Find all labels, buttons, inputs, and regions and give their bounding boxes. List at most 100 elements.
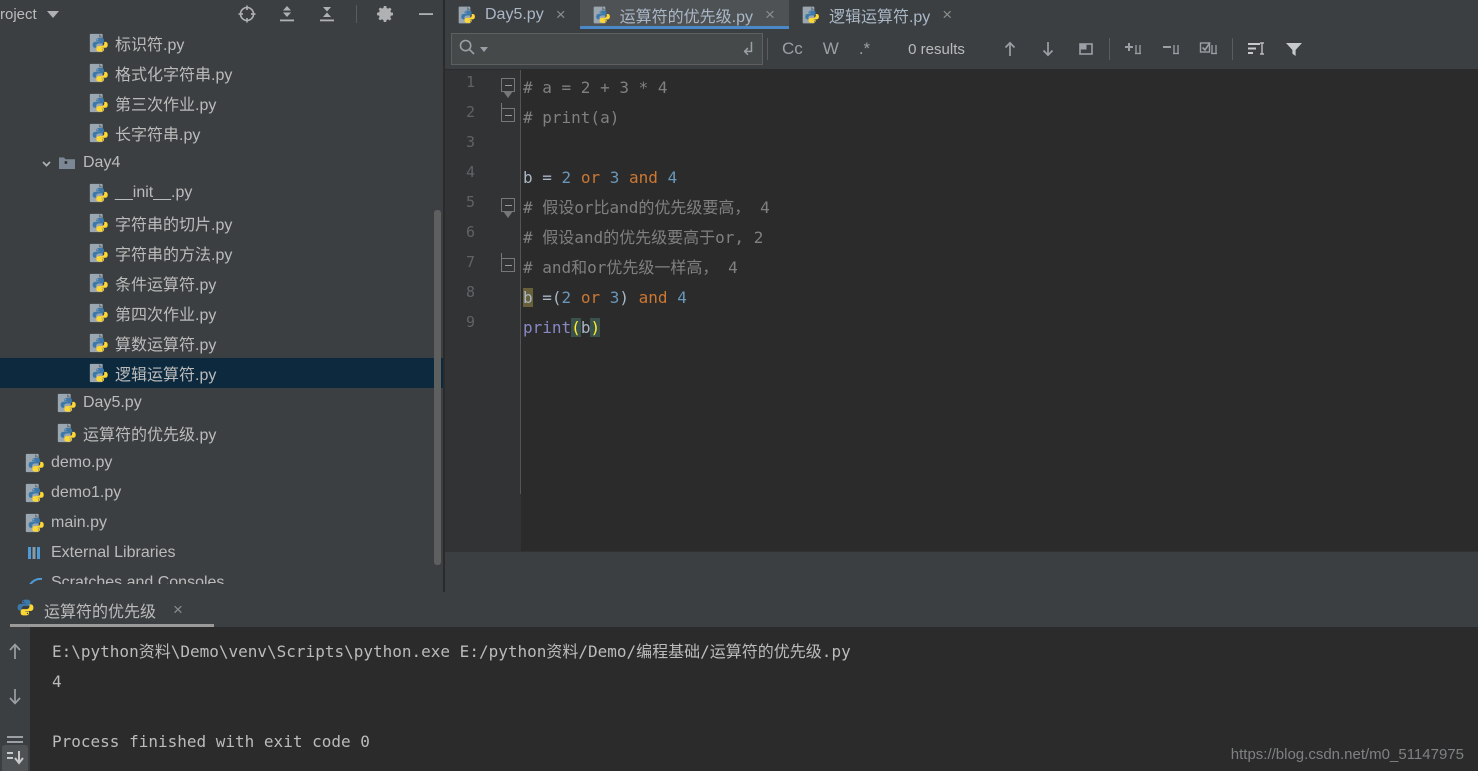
tree-item-3[interactable]: 长字符串.py [0,118,445,148]
code-token: 3 [609,288,620,307]
code-token: = [532,288,552,307]
line-number-7: 7 [465,253,475,271]
scroll-up-icon[interactable] [3,639,27,663]
chevron-down-icon[interactable] [38,155,54,171]
tree-item-label: 字符串的切片.py [115,217,233,234]
console-toolbar [0,627,30,771]
remove-selection-icon[interactable] [1158,36,1184,62]
locate-target-icon[interactable] [236,3,258,25]
fold-marker-7[interactable] [501,253,515,272]
search-history-dropdown-icon[interactable] [480,46,488,52]
tree-item-18[interactable]: Scratches and Consoles [0,568,445,584]
python-file-icon [457,5,477,25]
python-file-icon [24,512,46,534]
search-field-wrapper[interactable]: ↲ [451,33,763,65]
code-token: b [523,288,533,307]
code-content[interactable]: # a = 2 + 3 * 4 # print(a) b = 2 or 3 and … [523,70,1478,551]
find-previous-icon[interactable] [997,36,1023,62]
tree-item-9[interactable]: 第四次作业.py [0,298,445,328]
python-file-icon [801,5,821,25]
project-file-tree[interactable]: 标识符.py 格式化字符串.py 第三次作业.py 长字符串.py Day4 __init… [0,28,445,584]
editor-tab-label: 运算符的优先级.py [619,8,753,26]
scratches-icon [24,572,46,584]
tree-item-label: Day5.py [83,394,142,411]
tree-item-0[interactable]: 标识符.py [0,28,445,58]
tree-item-label: 逻辑运算符.py [115,367,217,384]
tree-item-label: 条件运算符.py [115,277,217,294]
add-selection-icon[interactable] [1120,36,1146,62]
tree-item-7[interactable]: 字符串的方法.py [0,238,445,268]
editor-tab-0[interactable]: Day5.py × [445,0,580,29]
code-line-5: # 假设or比and的优先级要高， 4 [523,193,770,223]
console-output-line-1: 4 [52,672,62,691]
tree-item-label: demo.py [51,454,113,471]
fold-marker-2[interactable] [501,103,515,122]
python-file-icon [592,5,612,25]
line-number-4: 4 [465,163,475,181]
scroll-down-icon[interactable] [3,685,27,709]
tree-item-12[interactable]: Day5.py [0,388,445,418]
editor-tab-1[interactable]: 运算符的优先级.py × [579,0,790,29]
tree-item-2[interactable]: 第三次作业.py [0,88,445,118]
tree-item-15[interactable]: demo1.py [0,478,445,508]
python-file-icon [88,302,110,324]
tree-item-4[interactable]: Day4 [0,148,445,178]
project-tree-scrollbar[interactable] [434,210,441,565]
code-token: 4 [677,288,687,307]
filter-icon[interactable] [1281,36,1307,62]
gear-icon[interactable] [375,3,397,25]
fold-marker-1[interactable] [501,78,515,92]
editor-tab-2[interactable]: 逻辑运算符.py × [788,0,967,29]
search-input[interactable] [492,40,737,58]
find-divider [767,38,768,60]
code-token: ( [551,288,562,307]
console-run-tab[interactable]: 运算符的优先级 × [16,592,193,627]
select-all-occurrences-icon[interactable] [1073,36,1099,62]
tree-arrow-spacer [70,125,86,141]
chevron-down-icon[interactable] [46,10,59,18]
code-token: # print(a) [523,108,620,127]
tree-item-8[interactable]: 条件运算符.py [0,268,445,298]
python-file-icon [88,182,110,204]
tree-item-17[interactable]: External Libraries [0,538,445,568]
tree-item-1[interactable]: 格式化字符串.py [0,58,445,88]
tree-item-10[interactable]: 算数运算符.py [0,328,445,358]
close-icon[interactable]: × [556,6,566,23]
code-token: 2 [561,288,572,307]
scroll-to-end-icon[interactable] [2,745,28,771]
python-file-icon [88,242,110,264]
tree-item-label: External Libraries [51,544,176,561]
tree-item-14[interactable]: demo.py [0,448,445,478]
regex-toggle[interactable]: .* [849,34,880,64]
tree-arrow-spacer [70,65,86,81]
tree-item-6[interactable]: 字符串的切片.py [0,208,445,238]
tree-item-11[interactable]: 逻辑运算符.py [0,358,445,388]
find-next-icon[interactable] [1035,36,1061,62]
minimize-icon[interactable] [415,3,437,25]
code-token: or [580,168,601,187]
fold-marker-5[interactable] [501,198,515,212]
multiline-toggle-icon[interactable]: ↲ [741,39,756,60]
close-icon[interactable]: × [765,6,775,23]
collapse-all-icon[interactable] [316,3,338,25]
watermark-url: https://blog.csdn.net/m0_51147975 [1230,746,1464,763]
tree-item-16[interactable]: main.py [0,508,445,538]
toggle-selection-icon[interactable] [1196,36,1222,62]
code-editor[interactable]: 1 2 3 4 5 6 7 8 9 # a = 2 + 3 * 4 # print(a) b = 2… [445,70,1478,551]
editor-gutter[interactable]: 1 2 3 4 5 6 7 8 9 [445,70,521,551]
close-icon[interactable]: × [173,600,183,620]
editor-tab-label: Day5.py [485,5,544,23]
close-icon[interactable]: × [942,6,952,23]
whole-words-toggle[interactable]: W [813,34,849,64]
tree-item-5[interactable]: __init__.py [0,178,445,208]
match-case-toggle[interactable]: Cc [772,34,813,64]
tree-item-13[interactable]: 运算符的优先级.py [0,418,445,448]
code-line-1: # a = 2 + 3 * 4 [523,73,668,103]
tree-item-label: main.py [51,514,108,531]
tree-item-label: 第四次作业.py [115,307,217,324]
expand-all-icon[interactable] [276,3,298,25]
find-in-selection-icon[interactable] [1243,36,1269,62]
code-line-4: b = 2 or 3 and 4 [523,163,677,193]
